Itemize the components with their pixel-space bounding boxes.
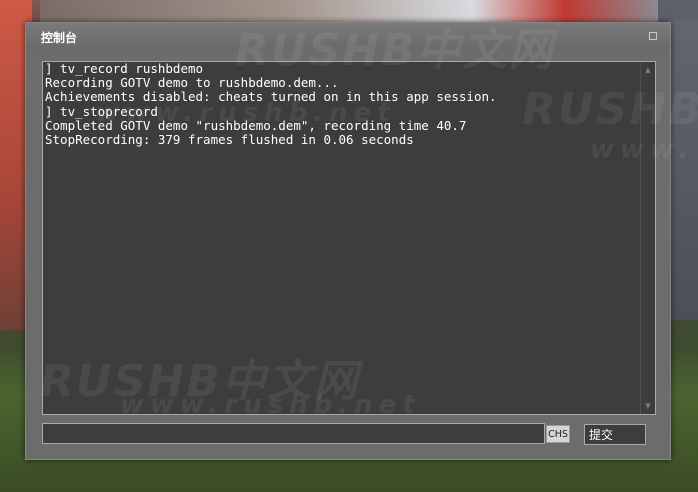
window-title: 控制台 bbox=[41, 31, 78, 45]
command-input[interactable] bbox=[42, 423, 545, 444]
console-window: 控制台 ] tv_record rushbdemo Recording GOTV … bbox=[25, 22, 671, 460]
background-wall-right bbox=[668, 20, 698, 320]
console-line: ] tv_record rushbdemo bbox=[45, 62, 204, 76]
console-output: ] tv_record rushbdemo Recording GOTV demo… bbox=[42, 61, 656, 415]
console-line: Completed GOTV demo "rushbdemo.dem", rec… bbox=[45, 117, 467, 133]
scroll-down-icon[interactable]: ▼ bbox=[644, 402, 652, 410]
scrollbar[interactable]: ▲ ▼ bbox=[640, 62, 655, 414]
titlebar[interactable]: 控制台 bbox=[26, 23, 670, 49]
console-output-text: ] tv_record rushbdemo Recording GOTV demo… bbox=[45, 62, 633, 414]
console-line: Recording GOTV demo to rushbdemo.dem... bbox=[45, 75, 339, 91]
console-line: Achievements disabled: cheats turned on … bbox=[45, 89, 497, 105]
background-scene-top bbox=[40, 0, 658, 24]
language-indicator: CHS bbox=[546, 425, 570, 443]
scroll-up-icon[interactable]: ▲ bbox=[644, 66, 652, 74]
console-line: ] tv_stoprecord bbox=[45, 103, 158, 119]
console-line: StopRecording: 379 frames flushed in 0.0… bbox=[45, 132, 414, 148]
submit-button[interactable]: 提交 bbox=[584, 424, 646, 445]
maximize-icon[interactable] bbox=[649, 32, 657, 40]
